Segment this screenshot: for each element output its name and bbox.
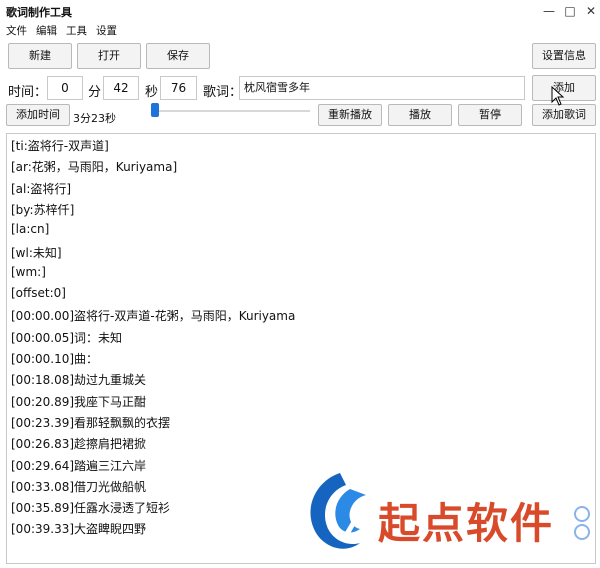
progress-thumb[interactable] bbox=[151, 103, 159, 117]
pause-button[interactable]: 暂停 bbox=[458, 104, 522, 126]
hours-input[interactable]: 0 bbox=[47, 76, 83, 100]
watermark-mark-icon bbox=[574, 506, 590, 540]
menu-settings[interactable]: 设置 bbox=[96, 23, 117, 38]
lyric-line: [ar:花粥，马雨阳，Kuriyama] bbox=[11, 160, 178, 175]
add-lyric-button[interactable]: 添加歌词 bbox=[532, 104, 596, 126]
close-icon[interactable]: ✕ bbox=[582, 2, 600, 20]
save-button[interactable]: 保存 bbox=[146, 43, 210, 69]
lyric-line: [00:26.83]趁擦肩把裙掀 bbox=[11, 437, 147, 452]
lyric-line: [00:18.08]劫过九重城关 bbox=[11, 373, 147, 388]
open-button[interactable]: 打开 bbox=[77, 43, 141, 69]
lyric-line: [wl:未知] bbox=[11, 245, 62, 260]
replay-button[interactable]: 重新播放 bbox=[318, 104, 382, 126]
lyric-line: [00:20.89]我座下马正酣 bbox=[11, 394, 147, 409]
lyric-line: [00:00.10]曲： bbox=[11, 352, 99, 366]
lyric-label: 歌词： bbox=[203, 85, 243, 100]
lyric-line: [00:00.05]词：未知 bbox=[11, 330, 123, 345]
menu-bar: 文件 编辑 工具 设置 bbox=[0, 22, 600, 38]
lyric-line: [00:29.64]踏遍三江六岸 bbox=[11, 458, 147, 473]
lyric-line: [la:cn] bbox=[11, 222, 50, 237]
lyric-line: [offset:0] bbox=[11, 286, 66, 301]
time-label: 时间： bbox=[8, 85, 48, 100]
lyric-line: [al:盗将行] bbox=[11, 181, 72, 196]
lyric-line: [ti:盗将行-双声道] bbox=[11, 139, 109, 153]
menu-edit[interactable]: 编辑 bbox=[36, 23, 57, 38]
progress-slider[interactable] bbox=[152, 110, 310, 112]
menu-file[interactable]: 文件 bbox=[6, 23, 27, 38]
lyric-line: [00:35.89]任露水浸透了短衫 bbox=[11, 501, 171, 516]
duration-label: 3分23秒 bbox=[73, 112, 116, 125]
lyric-line: [wm:] bbox=[11, 264, 46, 279]
qidian-logo-icon bbox=[310, 473, 366, 549]
menu-tools[interactable]: 工具 bbox=[66, 23, 87, 38]
add-time-button[interactable]: 添加时间 bbox=[6, 104, 70, 126]
minutes-input[interactable]: 42 bbox=[103, 76, 139, 100]
window-title: 歌词制作工具 bbox=[6, 6, 72, 19]
new-button[interactable]: 新建 bbox=[8, 43, 72, 69]
minutes-label: 分 bbox=[88, 85, 102, 100]
seconds-label: 秒 bbox=[145, 85, 159, 100]
minimize-icon[interactable]: — bbox=[540, 2, 558, 20]
mouse-pointer-icon bbox=[551, 86, 565, 106]
seconds-input[interactable]: 76 bbox=[160, 76, 197, 100]
lyric-input[interactable]: 枕风宿雪多年 bbox=[239, 76, 525, 100]
settings-info-button[interactable]: 设置信息 bbox=[532, 43, 596, 69]
lyric-line: [by:苏梓仟] bbox=[11, 202, 75, 217]
watermark-text: 起点软件 bbox=[378, 499, 555, 548]
lyric-line: [00:23.39]看那轻飘飘的衣摆 bbox=[11, 415, 171, 430]
lyric-line: [00:39.33]大盗睥睨四野 bbox=[11, 522, 147, 537]
title-bar: 歌词制作工具 — □ ✕ bbox=[0, 0, 600, 22]
play-button[interactable]: 播放 bbox=[388, 104, 452, 126]
lyric-line: [00:33.08]借刀光做船帆 bbox=[11, 479, 147, 494]
maximize-icon[interactable]: □ bbox=[561, 2, 579, 20]
lyric-line: [00:00.00]盗将行-双声道-花粥，马雨阳，Kuriyama bbox=[11, 309, 296, 324]
